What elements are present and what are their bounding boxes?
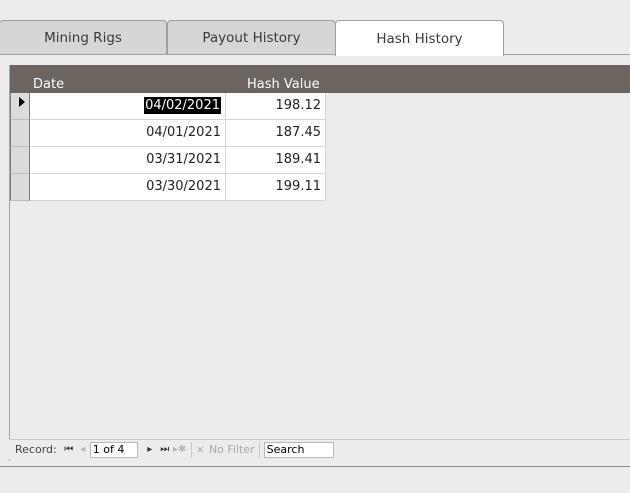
- no-filter-button[interactable]: ⨯ No Filter: [196, 443, 255, 456]
- new-record-icon[interactable]: ▸✱: [173, 444, 187, 455]
- current-record-arrow-icon: [19, 97, 25, 107]
- date-cell[interactable]: 03/30/2021: [30, 174, 226, 201]
- column-header-bar: Date Hash Value: [10, 65, 630, 93]
- hash-value-cell[interactable]: 189.41: [226, 147, 326, 174]
- first-record-icon[interactable]: ⏮: [63, 444, 75, 455]
- previous-record-icon[interactable]: ◂: [78, 444, 88, 455]
- record-selector[interactable]: [10, 120, 30, 147]
- tab-payout-history[interactable]: Payout History: [167, 20, 336, 55]
- date-cell[interactable]: 03/31/2021: [30, 147, 226, 174]
- nav-separator: [258, 441, 260, 458]
- record-selector[interactable]: [10, 93, 30, 120]
- form-bottom-border: [0, 466, 630, 467]
- tab-strip: Mining Rigs Payout History Hash History: [0, 0, 630, 56]
- nav-separator: [190, 441, 192, 458]
- hash-history-form: Date Hash Value 04/02/2021 198.12 04/01/…: [9, 65, 630, 461]
- table-row[interactable]: 04/01/2021 187.45: [10, 120, 326, 147]
- next-record-icon[interactable]: ▸: [145, 444, 155, 455]
- tab-mining-rigs[interactable]: Mining Rigs: [0, 20, 167, 55]
- column-header-hash-value: Hash Value: [247, 77, 320, 92]
- hash-value-cell[interactable]: 198.12: [226, 93, 326, 120]
- table-row[interactable]: 03/31/2021 189.41: [10, 147, 326, 174]
- filter-icon: ⨯: [195, 443, 205, 456]
- date-value: 04/02/2021: [144, 97, 221, 114]
- tab-hash-history[interactable]: Hash History: [335, 20, 504, 56]
- table-row[interactable]: 03/30/2021 199.11: [10, 174, 326, 201]
- hash-value-cell[interactable]: 187.45: [226, 120, 326, 147]
- record-number-input[interactable]: [89, 441, 138, 458]
- tab-strip-divider: [0, 54, 630, 55]
- table-row[interactable]: 04/02/2021 198.12: [10, 93, 326, 120]
- date-cell[interactable]: 04/01/2021: [30, 120, 226, 147]
- record-selector[interactable]: [10, 147, 30, 174]
- record-selector[interactable]: [10, 174, 30, 201]
- hash-value-cell[interactable]: 199.11: [226, 174, 326, 201]
- date-cell[interactable]: 04/02/2021: [30, 93, 226, 120]
- last-record-icon[interactable]: ⏭: [159, 444, 171, 455]
- column-header-date: Date: [33, 77, 65, 92]
- record-label: Record:: [15, 443, 57, 456]
- no-filter-label: No Filter: [208, 443, 255, 456]
- search-input[interactable]: [263, 441, 334, 458]
- record-navigation-bar: Record: ⏮ ◂ ▸ ⏭ ▸✱ ⨯ No Filter: [9, 439, 630, 459]
